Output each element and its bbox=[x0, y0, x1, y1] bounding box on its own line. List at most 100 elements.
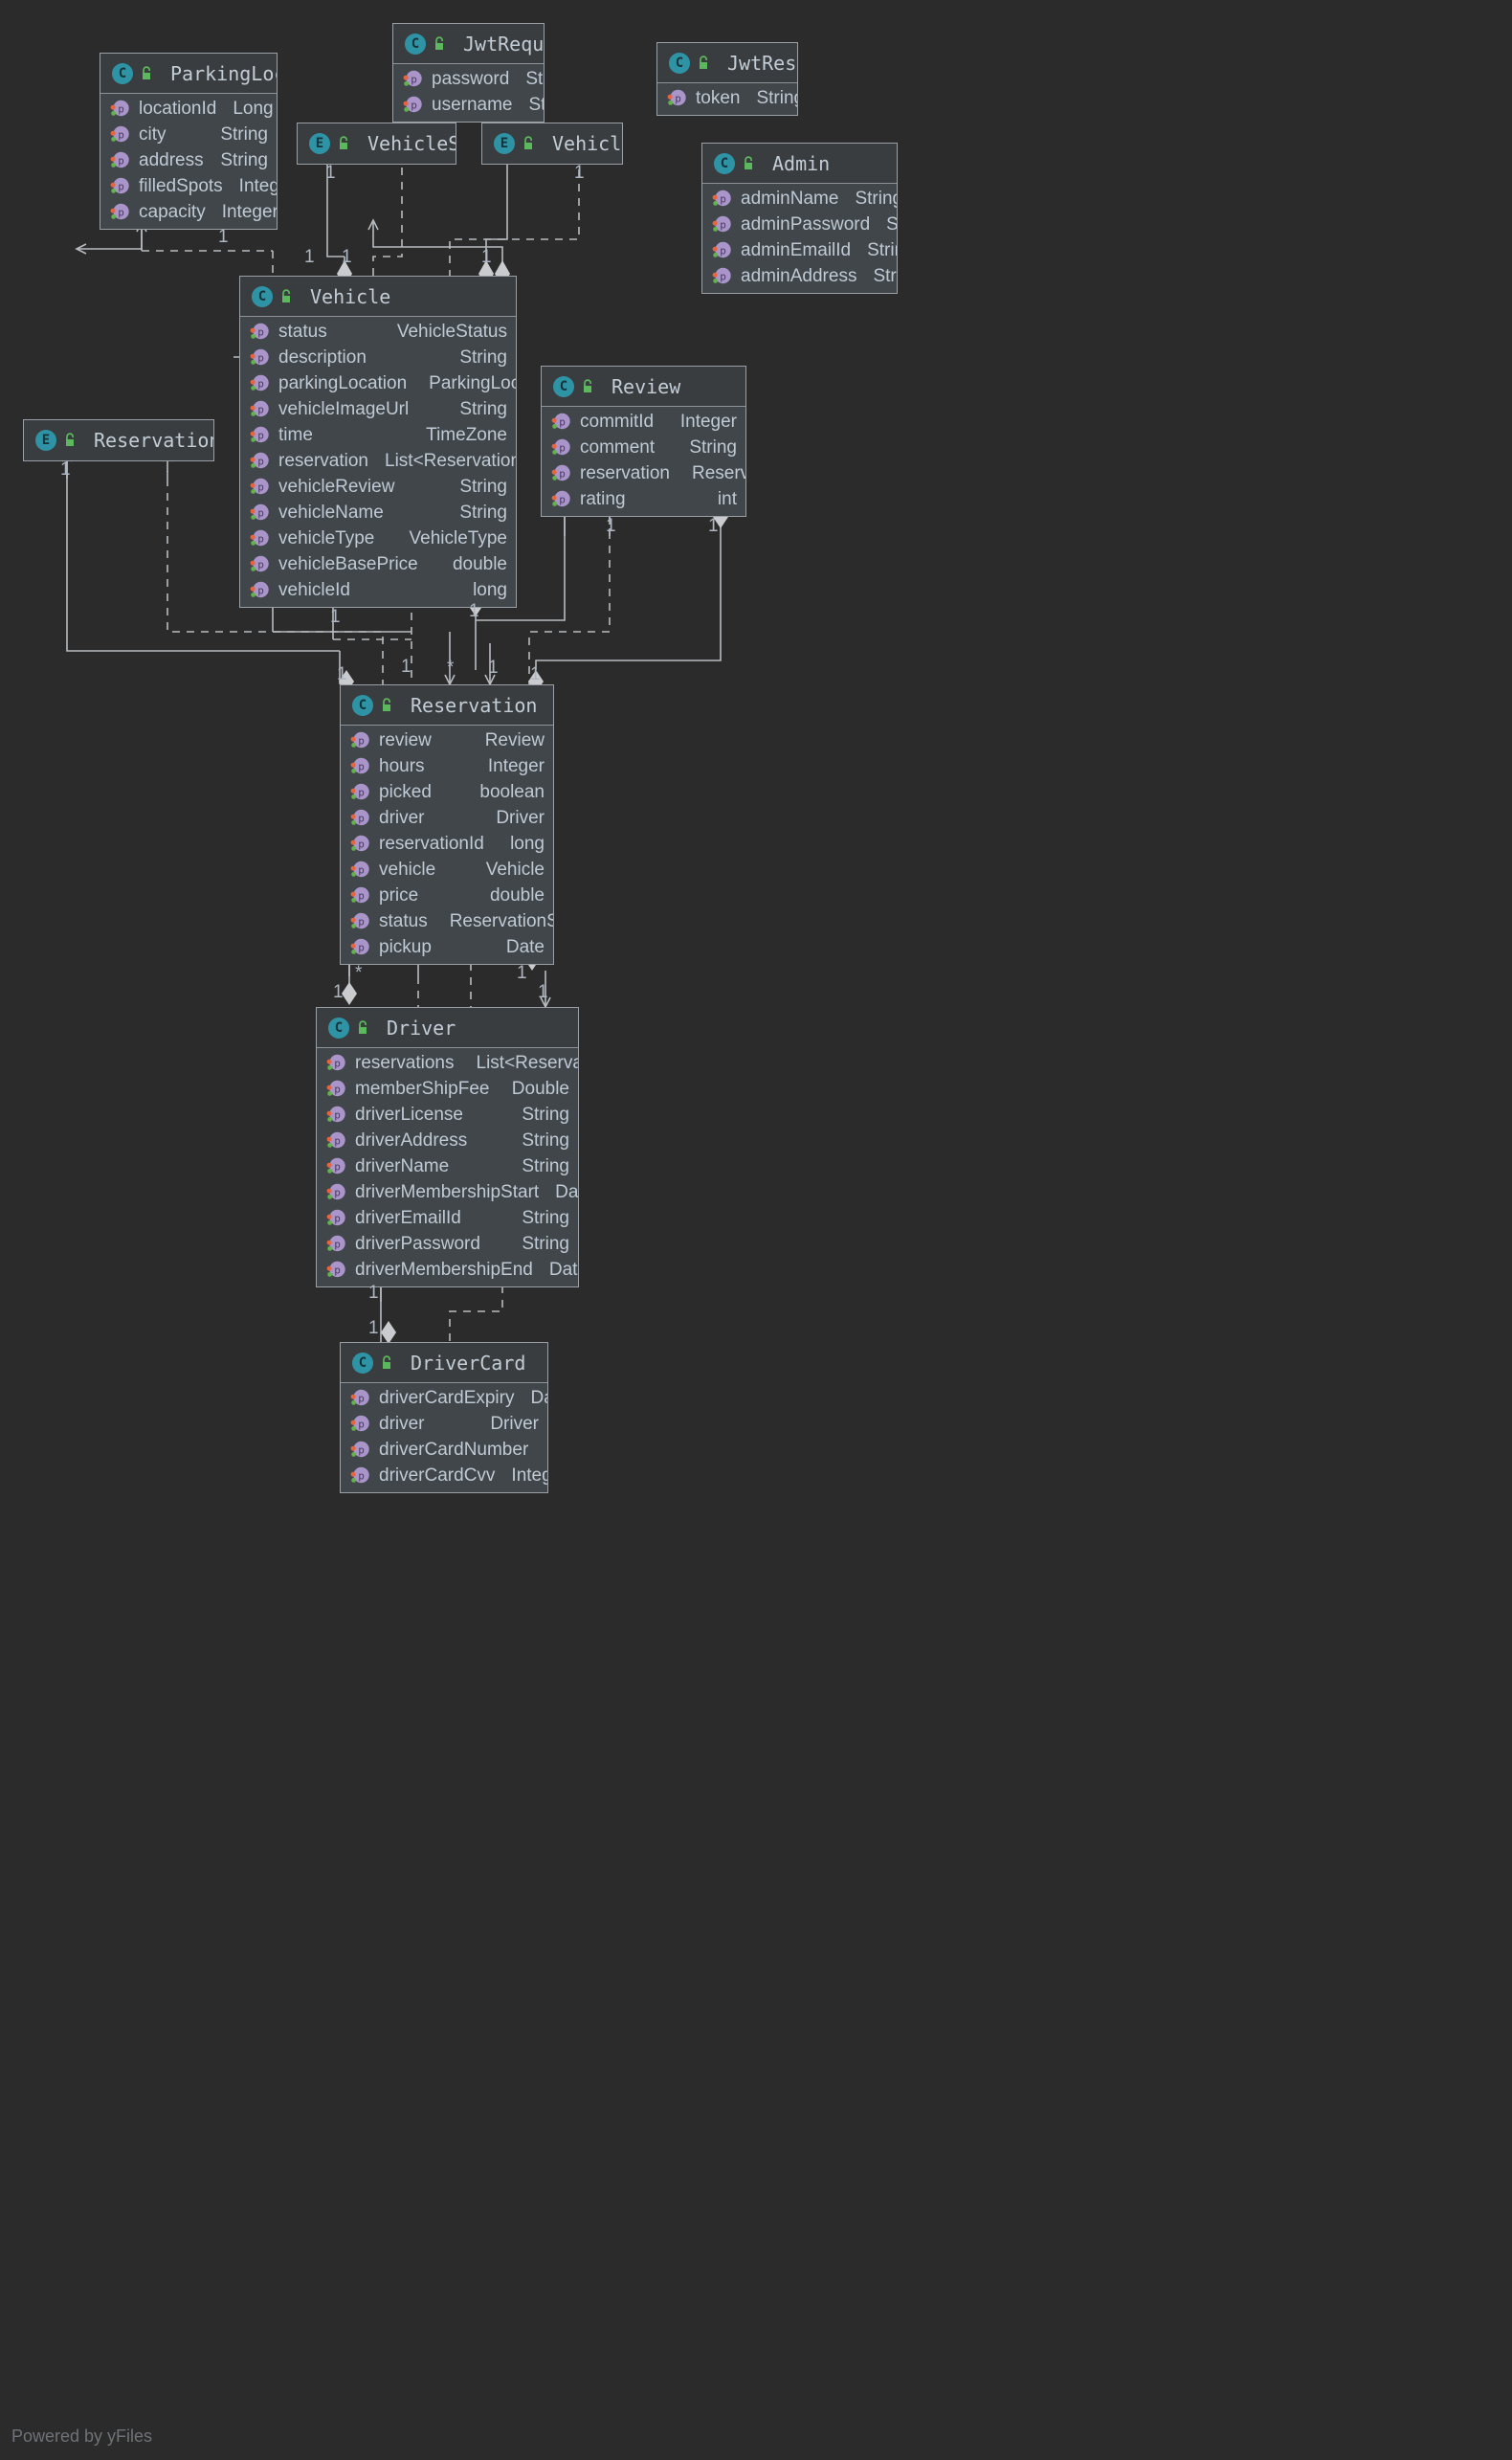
property-icon: p bbox=[349, 783, 372, 801]
attribute-type: Vehicle bbox=[485, 859, 545, 880]
attribute-name: password bbox=[432, 68, 510, 89]
property-icon: p bbox=[349, 912, 372, 930]
attribute-row[interactable]: p driverPassword String bbox=[317, 1231, 578, 1257]
uml-node-vehicletype[interactable]: E VehicleType bbox=[481, 123, 623, 165]
property-icon: p bbox=[349, 1389, 372, 1407]
attribute-name: parkingLocation bbox=[278, 372, 408, 393]
attribute-row[interactable]: p reservation List<Reservation> bbox=[240, 448, 516, 474]
attribute-name: capacity bbox=[139, 201, 206, 222]
node-header: E VehicleStatus bbox=[298, 123, 456, 164]
attribute-row[interactable]: p pickup Date bbox=[341, 934, 553, 960]
property-icon: p bbox=[349, 757, 372, 775]
attribute-name: filledSpots bbox=[139, 175, 223, 196]
multiplicity-label: 1 bbox=[606, 516, 616, 536]
attribute-name: rating bbox=[580, 488, 626, 509]
svg-text:p: p bbox=[334, 1239, 341, 1251]
attribute-row[interactable]: p hours Integer bbox=[341, 753, 553, 779]
attribute-row[interactable]: p vehicleName String bbox=[240, 500, 516, 526]
attribute-row[interactable]: p driverCardExpiry Date bbox=[341, 1385, 547, 1411]
attribute-row[interactable]: p adminName String bbox=[702, 186, 897, 212]
property-icon: p bbox=[249, 555, 272, 573]
svg-text:p: p bbox=[559, 468, 566, 481]
property-icon: p bbox=[249, 323, 272, 341]
attribute-row[interactable]: p price double bbox=[341, 883, 553, 908]
attribute-row[interactable]: p vehicleReview String bbox=[240, 474, 516, 500]
attribute-row[interactable]: p driver Driver bbox=[341, 1411, 547, 1437]
attribute-name: driverAddress bbox=[355, 1129, 468, 1151]
uml-node-vehicle[interactable]: C Vehicle p status VehicleStatus p description… bbox=[239, 276, 517, 608]
attribute-name: time bbox=[278, 424, 313, 445]
uml-node-admin[interactable]: C Admin p adminName String p adminPassword Stri… bbox=[701, 143, 898, 294]
attribute-row[interactable]: p capacity Integer bbox=[100, 199, 277, 225]
attribute-row[interactable]: p locationId Long bbox=[100, 96, 277, 122]
attribute-row[interactable]: p memberShipFee Double bbox=[317, 1076, 578, 1102]
attribute-row[interactable]: p driverCardCvv Integer bbox=[341, 1463, 547, 1488]
attribute-name: vehicleBasePrice bbox=[278, 553, 418, 574]
attribute-row[interactable]: p filledSpots Integer bbox=[100, 173, 277, 199]
attribute-row[interactable]: p city String bbox=[100, 122, 277, 147]
attribute-row[interactable]: p adminPassword String bbox=[702, 212, 897, 237]
attribute-row[interactable]: p driverMembershipEnd Date bbox=[317, 1257, 578, 1283]
attribute-row[interactable]: p rating int bbox=[542, 486, 745, 512]
attribute-row[interactable]: p password String bbox=[393, 66, 544, 92]
svg-text:p: p bbox=[334, 1058, 341, 1070]
attribute-row[interactable]: p vehicleId long bbox=[240, 577, 516, 603]
class-icon: C bbox=[714, 152, 735, 174]
attribute-row[interactable]: p driver Driver bbox=[341, 805, 553, 831]
attribute-row[interactable]: p username String bbox=[393, 92, 544, 118]
uml-node-reservationstatus[interactable]: E ReservationStatus bbox=[23, 419, 214, 461]
attribute-row[interactable]: p reservation Reservation bbox=[542, 460, 745, 486]
node-attribute-list: p adminName String p adminPassword String p adm… bbox=[702, 184, 897, 293]
attribute-row[interactable]: p vehicleBasePrice double bbox=[240, 551, 516, 577]
uml-node-jwtresponse[interactable]: C JwtResponse p token String bbox=[656, 42, 798, 116]
attribute-row[interactable]: p vehicleImageUrl String bbox=[240, 396, 516, 422]
property-icon: p bbox=[249, 374, 272, 392]
uml-node-vehiclestatus[interactable]: E VehicleStatus bbox=[297, 123, 456, 165]
uml-node-reservation[interactable]: C Reservation p review Review p hours Integer p p… bbox=[340, 684, 554, 965]
class-icon: C bbox=[328, 1017, 349, 1039]
unlocked-padlock-icon bbox=[742, 155, 756, 171]
attribute-row[interactable]: p time TimeZone bbox=[240, 422, 516, 448]
uml-node-jwtrequest[interactable]: C JwtRequest p password String p username Strin… bbox=[392, 23, 545, 123]
attribute-type: Driver bbox=[490, 1413, 539, 1434]
attribute-row[interactable]: p driverLicense String bbox=[317, 1102, 578, 1128]
attribute-type: VehicleStatus bbox=[396, 321, 507, 342]
attribute-row[interactable]: p description String bbox=[240, 345, 516, 370]
attribute-row[interactable]: p vehicle Vehicle bbox=[341, 857, 553, 883]
attribute-row[interactable]: p picked boolean bbox=[341, 779, 553, 805]
attribute-row[interactable]: p parkingLocation ParkingLocation bbox=[240, 370, 516, 396]
enum-icon: E bbox=[494, 133, 515, 154]
attribute-type: Reservation bbox=[692, 462, 745, 483]
attribute-row[interactable]: p driverEmailId String bbox=[317, 1205, 578, 1231]
attribute-row[interactable]: p adminAddress String bbox=[702, 263, 897, 289]
attribute-name: memberShipFee bbox=[355, 1078, 490, 1099]
attribute-row[interactable]: p reservationId long bbox=[341, 831, 553, 857]
attribute-row[interactable]: p commitId Integer bbox=[542, 409, 745, 435]
attribute-row[interactable]: p driverName String bbox=[317, 1153, 578, 1179]
attribute-row[interactable]: p token String bbox=[657, 85, 797, 111]
uml-node-review[interactable]: C Review p commitId Integer p comment String p re… bbox=[541, 366, 746, 517]
uml-node-parkinglocation[interactable]: C ParkingLocation p locationId Long p city Stri… bbox=[100, 53, 278, 230]
svg-text:p: p bbox=[358, 735, 365, 748]
attribute-row[interactable]: p comment String bbox=[542, 435, 745, 460]
attribute-type: String bbox=[459, 398, 507, 419]
attribute-row[interactable]: p address String bbox=[100, 147, 277, 173]
attribute-row[interactable]: p status VehicleStatus bbox=[240, 319, 516, 345]
attribute-row[interactable]: p reservations List<Reservation> bbox=[317, 1050, 578, 1076]
property-icon: p bbox=[349, 1441, 372, 1459]
uml-node-driver[interactable]: C Driver p reservations List<Reservation> p me… bbox=[316, 1007, 579, 1287]
property-icon: p bbox=[349, 938, 372, 956]
attribute-name: adminPassword bbox=[741, 213, 871, 235]
attribute-row[interactable]: p driverAddress String bbox=[317, 1128, 578, 1153]
attribute-row[interactable]: p driverMembershipStart Date bbox=[317, 1179, 578, 1205]
attribute-row[interactable]: p driverCardNumber Long bbox=[341, 1437, 547, 1463]
attribute-type: ParkingLocation bbox=[429, 372, 516, 393]
uml-node-drivercard[interactable]: C DriverCard p driverCardExpiry Date p driver D… bbox=[340, 1342, 548, 1493]
property-icon: p bbox=[325, 1235, 348, 1253]
attribute-row[interactable]: p status ReservationStatus bbox=[341, 908, 553, 934]
svg-text:p: p bbox=[559, 416, 566, 429]
attribute-row[interactable]: p vehicleType VehicleType bbox=[240, 526, 516, 551]
attribute-row[interactable]: p adminEmailId String bbox=[702, 237, 897, 263]
node-header: C Reservation bbox=[341, 685, 553, 726]
attribute-row[interactable]: p review Review bbox=[341, 727, 553, 753]
